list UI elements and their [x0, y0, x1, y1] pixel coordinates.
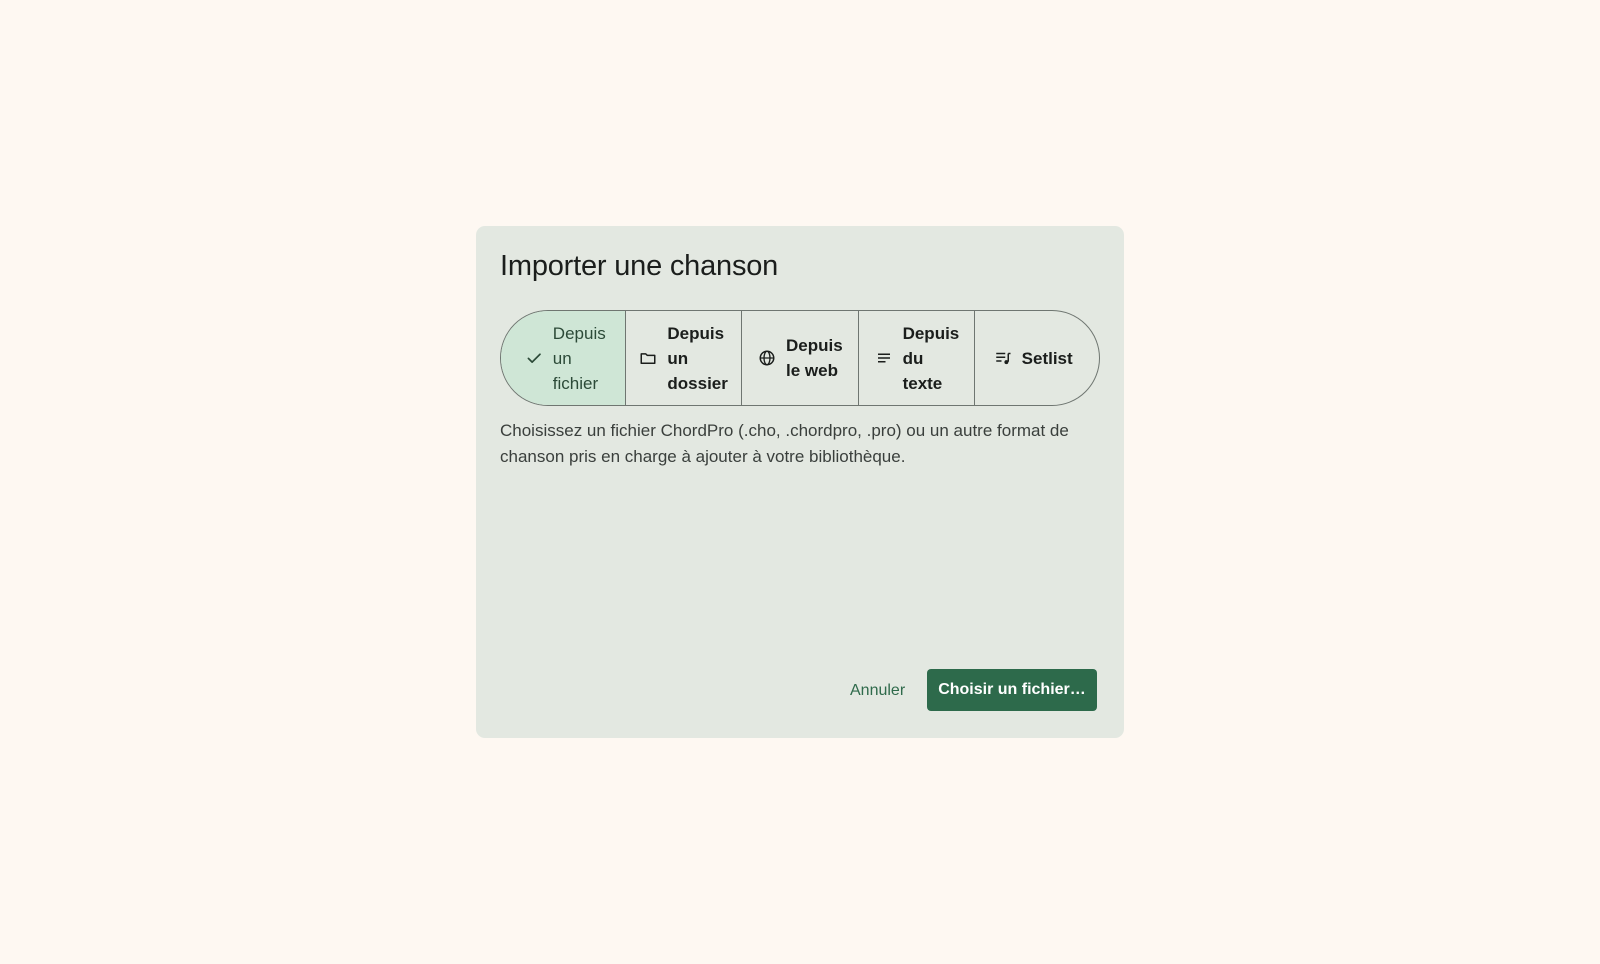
dialog-title: Importer une chanson: [500, 250, 779, 282]
tab-from-folder[interactable]: Depuis un dossier: [624, 311, 742, 405]
globe-icon: [758, 349, 776, 367]
choose-file-button[interactable]: Choisir un fichier…: [927, 669, 1097, 711]
import-source-segmented-control: Depuis un fichier Depuis un dossier Depu…: [500, 310, 1100, 406]
tab-from-folder-label: Depuis un dossier: [667, 323, 728, 393]
tab-setlist-label: Setlist: [1021, 348, 1073, 368]
text-lines-icon: [875, 349, 893, 367]
tab-from-file-label: Depuis un fichier: [552, 323, 606, 393]
import-song-dialog: Importer une chanson Depuis un fichier D…: [476, 226, 1124, 738]
tab-setlist[interactable]: Setlist: [974, 311, 1099, 405]
tab-from-file[interactable]: Depuis un fichier: [501, 311, 625, 405]
folder-icon: [639, 349, 657, 367]
playlist-music-icon: [994, 349, 1012, 367]
tab-from-web[interactable]: Depuis le web: [741, 311, 858, 405]
tab-from-text-label: Depuis du texte: [902, 323, 960, 393]
tab-from-web-label: Depuis le web: [785, 336, 843, 380]
import-description: Choisissez un fichier ChordPro (.cho, .c…: [500, 421, 1069, 466]
check-icon: [525, 349, 543, 367]
tab-from-text[interactable]: Depuis du texte: [857, 311, 975, 405]
cancel-button[interactable]: Annuler: [840, 670, 915, 712]
